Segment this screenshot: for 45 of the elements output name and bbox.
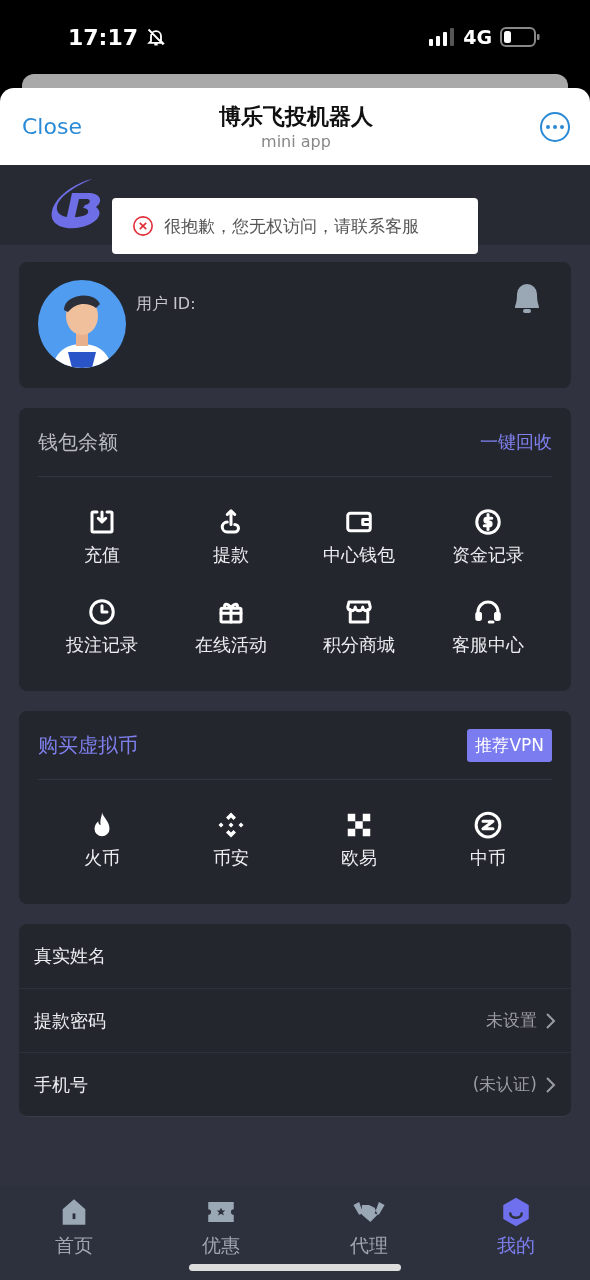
exchange-item[interactable]: 中币 (423, 810, 552, 870)
battery-icon (500, 27, 540, 47)
tab-item[interactable]: 优惠 (147, 1195, 295, 1280)
row-label: 手机号 (34, 1072, 88, 1097)
wallet-title: 钱包余额 (38, 428, 118, 456)
wallet-action[interactable]: 中心钱包 (295, 507, 424, 567)
wallet-action[interactable]: 客服中心 (423, 597, 552, 657)
settings-row[interactable]: 手机号 (未认证) (19, 1052, 571, 1116)
close-button[interactable]: Close (22, 114, 102, 139)
more-button[interactable] (540, 111, 570, 142)
settings-row[interactable]: 真实姓名 (19, 924, 571, 988)
user-id-label: 用户 ID: (136, 294, 197, 315)
status-time: 17:17 (68, 24, 139, 50)
chevron-right-icon (545, 1075, 557, 1094)
chevron-right-icon (545, 1011, 557, 1030)
wallet-action[interactable]: 资金记录 (423, 507, 552, 567)
settings-row[interactable]: 提款密码 未设置 (19, 988, 571, 1052)
tab-item[interactable]: 我的 (442, 1195, 590, 1280)
error-icon (132, 215, 154, 237)
bell-muted-icon (146, 27, 167, 47)
wallet-action[interactable]: 在线活动 (166, 597, 295, 657)
crypto-title: 购买虚拟币 (38, 731, 138, 759)
app-title: 博乐飞投机器人 (219, 103, 373, 131)
exchange-item[interactable]: 欧易 (295, 810, 424, 870)
app-subtitle: mini app (261, 132, 331, 151)
exchange-item[interactable]: 币安 (166, 810, 295, 870)
vpn-button[interactable]: 推荐VPN (467, 728, 552, 762)
row-label: 真实姓名 (34, 944, 106, 968)
wallet-action[interactable]: 提款 (166, 507, 295, 567)
dollar-icon (472, 507, 503, 537)
wallet-action[interactable]: 积分商城 (295, 597, 424, 657)
toast-message: 很抱歉，您无权访问，请联系客服 (164, 214, 419, 238)
wallet-action[interactable]: 投注记录 (38, 597, 167, 657)
tab-item[interactable]: 首页 (0, 1195, 148, 1280)
row-value: (未认证) (472, 1073, 537, 1096)
network-type: 4G (463, 26, 492, 48)
signal-icon (429, 28, 456, 46)
tab-item[interactable]: 代理 (295, 1195, 443, 1280)
row-label: 提款密码 (34, 1008, 106, 1033)
recall-link[interactable]: 一键回收 (480, 430, 552, 454)
exchange-item[interactable]: 火币 (38, 810, 167, 870)
row-value: 未设置 (486, 1009, 537, 1032)
ring-icon (472, 810, 503, 840)
clock-icon (87, 597, 118, 627)
wallet-action[interactable]: 充值 (38, 507, 167, 567)
